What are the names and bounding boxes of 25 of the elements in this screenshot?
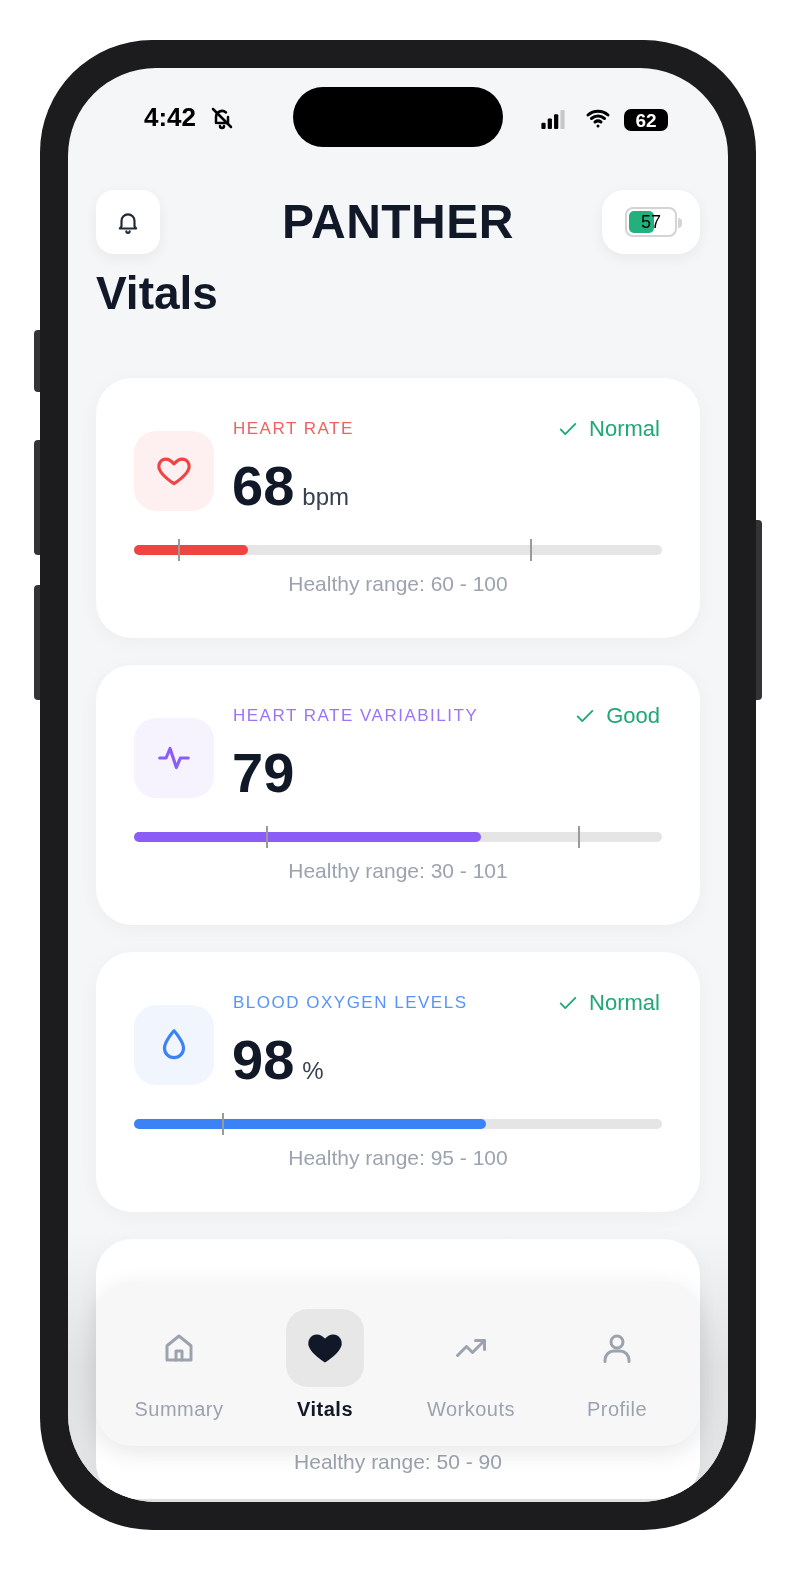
tab-button[interactable]: Workouts [398,1309,544,1419]
tab-button[interactable]: Profile [544,1309,690,1419]
healthy-range: Healthy range: 60 - 100 [287,573,509,594]
page-title: Vitals [96,270,218,316]
vital-unit: % [302,1059,324,1083]
app-title: PANTHER [281,194,515,250]
healthy-range: Healthy range: 50 - 90 [293,1451,503,1472]
vital-label: HEART RATE VARIABILITY [233,707,479,724]
tab-button[interactable]: Vitals [252,1309,398,1419]
battery-indicator: 62 [624,109,668,131]
vital-status: Normal [589,418,660,440]
tab-button[interactable]: Summary [106,1309,252,1419]
vital-status: Good [606,705,660,727]
vital-unit: bpm [302,485,349,509]
status-time: 4:42 [144,104,197,130]
healthy-range: Healthy range: 30 - 101 [287,860,509,881]
vital-status: Normal [589,992,660,1014]
vital-label: BLOOD OXYGEN LEVELS [233,994,468,1011]
healthy-range: Healthy range: 95 - 100 [287,1147,509,1168]
notifications-button[interactable] [96,190,160,254]
vital-value: 79 [232,745,295,801]
vital-value: 68 [232,458,295,514]
vital-value: 98 [232,1032,295,1088]
signal-icon [541,110,565,129]
vital-label: HEART RATE [233,420,354,437]
